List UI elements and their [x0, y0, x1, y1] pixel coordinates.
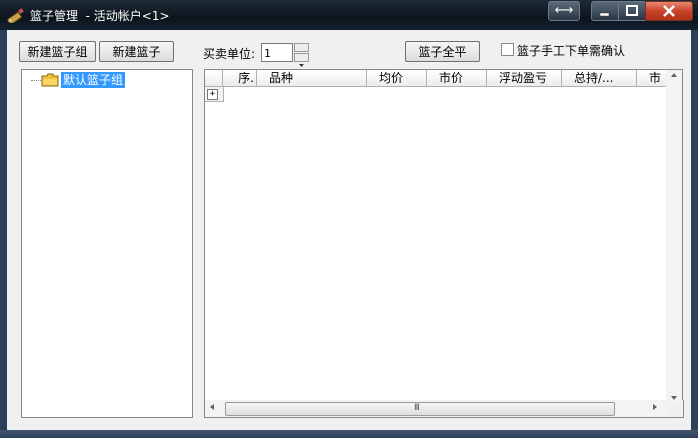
basket-tree[interactable]: 默认篮子组	[21, 69, 193, 418]
col-floating-pnl[interactable]: 浮动盈亏	[487, 70, 562, 86]
col-selector	[205, 70, 223, 86]
minimize-icon	[599, 12, 610, 17]
maximize-icon	[626, 5, 638, 16]
unit-input[interactable]: 1	[261, 43, 293, 62]
col-symbol[interactable]: 品种	[257, 70, 367, 86]
expand-icon[interactable]: +	[207, 89, 218, 100]
unit-label: 买卖单位:	[203, 47, 256, 61]
maximize-button[interactable]	[618, 1, 646, 21]
horizontal-scrollbar[interactable]: III	[204, 400, 684, 418]
grid-row-header: +	[205, 87, 224, 102]
close-button[interactable]	[645, 1, 693, 21]
folder-icon	[41, 73, 59, 87]
down-arrow-icon	[299, 64, 304, 67]
double-arrow-icon: ⟷	[554, 3, 574, 18]
minimize-button[interactable]	[591, 1, 619, 21]
col-avg-price[interactable]: 均价	[367, 70, 427, 86]
close-icon	[663, 5, 675, 17]
horizontal-scroll-thumb[interactable]: III	[225, 402, 615, 416]
resize-toggle-button[interactable]: ⟷	[548, 1, 580, 21]
scroll-up-icon[interactable]	[670, 72, 678, 78]
manual-confirm-label: 篮子手工下单需确认	[517, 44, 626, 58]
window-title: 篮子管理 - 活动帐户<1>	[30, 9, 170, 23]
close-all-button[interactable]: 篮子全平	[405, 41, 480, 62]
pencil-icon	[7, 8, 24, 23]
new-basket-group-button[interactable]: 新建篮子组	[19, 41, 96, 62]
grid-header: 序. 品种 均价 市价 浮动盈亏 总持/... 市	[205, 70, 667, 87]
scroll-left-icon[interactable]	[209, 403, 215, 411]
scroll-right-icon[interactable]	[652, 403, 658, 411]
scrollbar-corner	[666, 402, 682, 417]
basket-grid[interactable]: 序. 品种 均价 市价 浮动盈亏 总持/... 市 +	[204, 69, 668, 418]
unit-spinner[interactable]	[294, 43, 310, 67]
basket-manager-window: 篮子管理 - 活动帐户<1> ⟷ 新建篮子组 新建篮子 买卖单位: 1 篮子全平	[0, 0, 698, 438]
manual-confirm-checkbox[interactable]	[501, 43, 514, 56]
col-index[interactable]: 序.	[223, 70, 257, 86]
tree-item-default-group[interactable]: 默认篮子组	[61, 72, 126, 88]
col-market-price[interactable]: 市价	[427, 70, 487, 86]
spin-up-button[interactable]	[294, 43, 309, 57]
title-bar[interactable]: 篮子管理 - 活动帐户<1> ⟷	[0, 0, 698, 30]
col-market[interactable]: 市	[637, 70, 667, 86]
spin-down-button[interactable]	[294, 53, 309, 67]
new-basket-button[interactable]: 新建篮子	[99, 41, 174, 62]
vertical-scrollbar[interactable]	[666, 69, 683, 404]
col-position[interactable]: 总持/...	[562, 70, 637, 86]
window-bottom-frame	[0, 430, 698, 438]
client-area: 新建篮子组 新建篮子 买卖单位: 1 篮子全平 篮子手工下单需确认 默认篮子组	[7, 30, 691, 430]
grip-icon: III	[414, 403, 420, 413]
